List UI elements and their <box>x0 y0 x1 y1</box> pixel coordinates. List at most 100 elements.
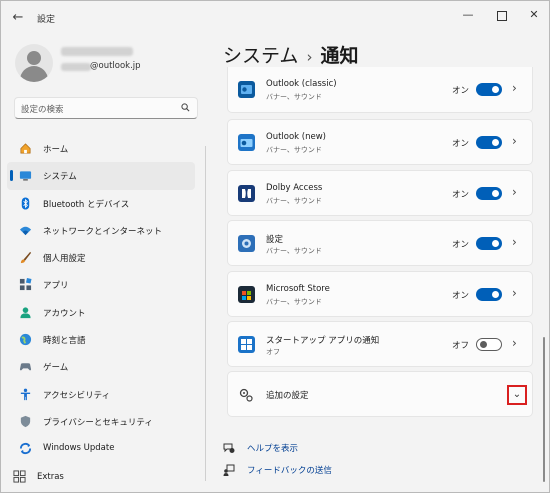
home-icon <box>20 143 31 154</box>
toggle-knob <box>480 341 487 348</box>
app-notification-row-dolby-access[interactable]: Dolby Access バナー、サウンド オン › <box>227 170 533 216</box>
app-title: 設定 <box>37 15 56 25</box>
outlook-classic-icon <box>238 81 255 98</box>
close-button[interactable]: ✕ <box>517 5 550 25</box>
sidebar-item-apps[interactable]: アプリ <box>7 271 195 298</box>
close-icon: ✕ <box>529 8 539 21</box>
app-name: Dolby Access <box>266 183 323 193</box>
app-name: Outlook (classic) <box>266 79 337 89</box>
back-button[interactable]: ← <box>7 9 29 27</box>
additional-settings-label: 追加の設定 <box>266 391 309 401</box>
chevron-right-icon[interactable]: › <box>512 81 517 95</box>
chevron-right-icon[interactable]: › <box>512 134 517 148</box>
sidebar-divider <box>205 146 206 481</box>
chevron-down-icon: ⌄ <box>512 389 522 400</box>
sidebar-item-system[interactable]: システム <box>7 162 195 190</box>
feedback-link-label: フィードバックの送信 <box>247 466 332 476</box>
sidebar-item-extras[interactable] <box>13 470 26 486</box>
avatar-body <box>20 66 48 82</box>
sidebar-item-windows-update[interactable]: Windows Update <box>7 435 195 462</box>
sidebar-item-label: アプリ <box>43 281 69 292</box>
toggle-state-label: オン <box>452 190 470 200</box>
notification-toggle[interactable] <box>476 338 502 351</box>
app-notification-types: バナー、サウンド <box>266 93 322 101</box>
account-email-redacted <box>61 63 91 71</box>
shield-icon <box>20 415 31 428</box>
app-notification-row-outlook-new[interactable]: Outlook (new) バナー、サウンド オン › <box>227 119 533 165</box>
breadcrumb-parent[interactable]: システム <box>223 45 298 67</box>
app-notification-types: バナー、サウンド <box>266 197 322 205</box>
app-notification-types: バナー、サウンド <box>266 247 322 255</box>
toggle-knob <box>492 240 499 247</box>
notification-toggle[interactable] <box>476 187 502 200</box>
accessibility-icon <box>20 388 31 400</box>
sidebar-item-privacy[interactable]: プライバシーとセキュリティ <box>7 408 195 435</box>
help-icon <box>223 443 235 453</box>
search-icon <box>181 103 190 112</box>
feedback-icon <box>223 464 235 476</box>
toggle-knob <box>492 139 499 146</box>
store-icon <box>238 286 255 303</box>
update-icon <box>19 443 32 455</box>
app-name: スタートアップ アプリの通知 <box>266 336 380 346</box>
search-placeholder: 設定の検索 <box>21 105 64 115</box>
settings-window: ← 設定 — ✕ @outlook.jp 設定の検索 ホーム システム Blue… <box>0 0 550 493</box>
notification-toggle[interactable] <box>476 288 502 301</box>
avatar[interactable] <box>15 44 53 82</box>
dolby-icon <box>238 185 255 202</box>
sidebar-item-label: 時刻と言語 <box>43 336 86 347</box>
game-icon <box>19 363 32 371</box>
app-name: Microsoft Store <box>266 284 330 294</box>
account-email: @outlook.jp <box>90 61 141 71</box>
brush-icon <box>20 252 32 264</box>
avatar-head <box>27 51 41 65</box>
title-bar: ← 設定 — ✕ <box>1 1 549 35</box>
search-input[interactable]: 設定の検索 <box>14 97 198 119</box>
sidebar-item-label: Bluetooth とデバイス <box>43 199 130 210</box>
apps-icon <box>19 278 32 291</box>
sidebar-item-label: 個人用設定 <box>43 254 86 265</box>
scrollbar[interactable] <box>543 337 545 482</box>
minimize-button[interactable]: — <box>451 5 485 25</box>
maximize-button[interactable] <box>485 5 519 25</box>
app-notification-row-outlook-classic[interactable]: Outlook (classic) バナー、サウンド オン › <box>227 67 533 113</box>
back-arrow-icon: ← <box>12 10 24 25</box>
expand-button[interactable]: ⌄ <box>507 385 527 405</box>
app-notification-types: バナー、サウンド <box>266 146 322 154</box>
app-notification-row-settings[interactable]: 設定 バナー、サウンド オン › <box>227 220 533 266</box>
toggle-knob <box>492 291 499 298</box>
sidebar-item-label: ネットワークとインターネット <box>43 226 163 237</box>
notification-toggle[interactable] <box>476 136 502 149</box>
toggle-state-label: オン <box>452 86 470 96</box>
help-link-label: ヘルプを表示 <box>247 444 299 454</box>
sidebar-item-home[interactable]: ホーム <box>7 135 195 162</box>
app-notification-row-startup-apps[interactable]: スタートアップ アプリの通知 オフ オフ › <box>227 321 533 367</box>
sidebar-item-accounts[interactable]: アカウント <box>7 299 195 326</box>
sidebar-item-gaming[interactable]: ゲーム <box>7 353 195 380</box>
settings-app-icon <box>238 235 255 252</box>
sidebar-item-network[interactable]: ネットワークとインターネット <box>7 217 195 244</box>
toggle-knob <box>492 190 499 197</box>
toggle-state-label: オン <box>452 291 470 301</box>
outlook-new-icon <box>238 134 255 151</box>
system-icon <box>19 171 32 181</box>
notification-toggle[interactable] <box>476 237 502 250</box>
chevron-right-icon[interactable]: › <box>512 235 517 249</box>
gears-icon <box>239 388 253 402</box>
sidebar-item-personalization[interactable]: 個人用設定 <box>7 244 195 271</box>
sidebar-nav: ホーム システム Bluetooth とデバイス ネットワークとインターネット … <box>1 135 201 463</box>
chevron-right-icon[interactable]: › <box>512 286 517 300</box>
extras-icon <box>13 470 26 483</box>
chevron-right-icon[interactable]: › <box>512 336 517 350</box>
chevron-right-icon[interactable]: › <box>512 185 517 199</box>
sidebar-item-time-language[interactable]: 時刻と言語 <box>7 326 195 353</box>
sidebar-item-label: アカウント <box>43 308 86 319</box>
additional-settings-row[interactable]: 追加の設定 ⌄ <box>227 371 533 417</box>
sidebar-item-accessibility[interactable]: アクセシビリティ <box>7 381 195 408</box>
account-icon <box>20 307 31 318</box>
notification-toggle[interactable] <box>476 83 502 96</box>
app-notification-row-microsoft-store[interactable]: Microsoft Store バナー、サウンド オン › <box>227 271 533 317</box>
globe-icon <box>19 334 32 346</box>
sidebar-item-bluetooth[interactable]: Bluetooth とデバイス <box>7 190 195 217</box>
page-title: システム › 通知 <box>223 41 358 68</box>
